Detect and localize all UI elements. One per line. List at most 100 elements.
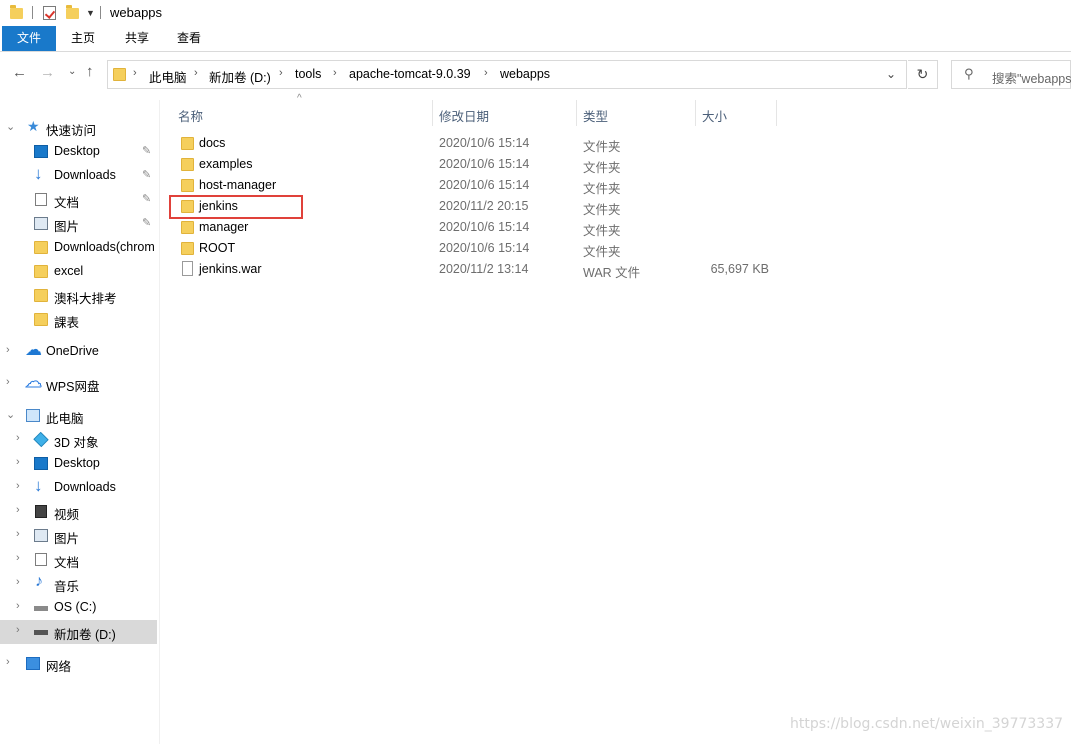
annotation-highlight-box: [169, 195, 303, 219]
chevron-down-icon[interactable]: ⌄: [6, 120, 15, 133]
nav-label: 视频: [54, 508, 80, 522]
nav-item-schedule-folder[interactable]: 課表: [0, 308, 157, 332]
breadcrumb-tomcat[interactable]: apache-tomcat-9.0.39: [349, 67, 471, 81]
file-row[interactable]: docs 2020/10/6 15:14 文件夹: [170, 133, 780, 154]
nav-item-videos[interactable]: › 视频: [0, 500, 157, 524]
drive-icon: [34, 630, 48, 635]
network-icon: [26, 657, 40, 670]
chevron-right-icon[interactable]: ›: [6, 344, 10, 356]
nav-label: WPS网盘: [46, 380, 100, 394]
chevron-right-icon[interactable]: ›: [6, 656, 10, 668]
download-icon: [34, 476, 48, 496]
chevron-down-icon[interactable]: ⌄: [886, 67, 896, 81]
folder-icon: [34, 313, 48, 326]
nav-quick-access[interactable]: ⌄ 快速访问: [0, 116, 157, 140]
column-header-size[interactable]: 大小: [696, 100, 777, 126]
nav-this-pc[interactable]: ⌄ 此电脑: [0, 404, 157, 428]
folder-icon: [181, 137, 194, 150]
new-folder-icon[interactable]: [66, 5, 79, 19]
refresh-button[interactable]: ↻: [908, 60, 938, 89]
search-icon: ⚲: [964, 66, 974, 81]
navigation-pane[interactable]: ⌄ 快速访问 Desktop ✎ Downloads ✎ 文档 ✎ 图片 ✎ D…: [0, 100, 160, 744]
nav-item-drive-c[interactable]: › OS (C:): [0, 596, 157, 620]
column-header-name[interactable]: 名称: [172, 100, 433, 126]
tab-home[interactable]: 主页: [58, 26, 108, 51]
onedrive-cloud-icon: [25, 340, 42, 360]
column-header-modified[interactable]: 修改日期: [433, 100, 577, 126]
chevron-right-icon[interactable]: ›: [16, 432, 20, 444]
back-arrow-icon[interactable]: ←: [12, 64, 27, 81]
nav-item-music[interactable]: › 音乐: [0, 572, 157, 596]
chevron-right-icon[interactable]: ›: [16, 480, 20, 492]
nav-item-pc-desktop[interactable]: › Desktop: [0, 452, 157, 476]
chevron-right-icon[interactable]: ›: [279, 67, 283, 79]
nav-item-pc-documents[interactable]: › 文档: [0, 548, 157, 572]
chevron-right-icon[interactable]: ›: [16, 624, 20, 636]
chevron-down-icon[interactable]: ⌄: [6, 408, 15, 421]
breadcrumb-webapps[interactable]: webapps: [500, 67, 550, 81]
file-row[interactable]: jenkins.war 2020/11/2 13:14 WAR 文件 65,69…: [170, 259, 780, 280]
up-arrow-icon[interactable]: ↑: [86, 63, 94, 80]
nav-item-downloads[interactable]: Downloads ✎: [0, 164, 157, 188]
folder-icon: [181, 158, 194, 171]
pin-icon: ✎: [142, 193, 152, 205]
chevron-right-icon[interactable]: ›: [6, 376, 10, 388]
file-type: WAR 文件: [583, 266, 641, 280]
nav-label: Downloads: [54, 480, 116, 494]
nav-onedrive[interactable]: › OneDrive: [0, 340, 157, 364]
file-modified: 2020/11/2 20:15: [439, 199, 529, 213]
nav-label: 图片: [54, 220, 80, 234]
nav-item-downloads-chrome[interactable]: Downloads(chrom: [0, 236, 157, 260]
file-row[interactable]: examples 2020/10/6 15:14 文件夹: [170, 154, 780, 175]
forward-arrow-icon[interactable]: →: [40, 64, 55, 81]
nav-item-3d-objects[interactable]: › 3D 对象: [0, 428, 157, 452]
file-row[interactable]: manager 2020/10/6 15:14 文件夹: [170, 217, 780, 238]
breadcrumb-this-pc[interactable]: 此电脑: [149, 67, 187, 86]
nav-item-drive-d[interactable]: › 新加卷 (D:): [0, 620, 157, 644]
chevron-right-icon[interactable]: ›: [16, 456, 20, 468]
file-row[interactable]: ROOT 2020/10/6 15:14 文件夹: [170, 238, 780, 259]
address-bar[interactable]: › 此电脑 › 新加卷 (D:) › tools › apache-tomcat…: [107, 60, 907, 89]
folder-icon: [34, 265, 48, 278]
properties-icon[interactable]: [43, 6, 56, 20]
nav-wps-drive[interactable]: › WPS网盘: [0, 372, 157, 396]
chevron-right-icon[interactable]: ›: [16, 576, 20, 588]
file-type: 文件夹: [583, 140, 621, 154]
nav-label: Desktop: [54, 144, 100, 158]
tab-file[interactable]: 文件: [2, 26, 56, 51]
nav-item-pc-pictures[interactable]: › 图片: [0, 524, 157, 548]
chevron-right-icon[interactable]: ›: [333, 67, 337, 79]
file-type: 文件夹: [583, 182, 621, 196]
computer-icon: [26, 409, 40, 422]
nav-label: 文档: [54, 556, 80, 570]
customize-toolbar-icon[interactable]: ▼: [86, 8, 95, 18]
nav-item-excel[interactable]: excel: [0, 260, 157, 284]
file-modified: 2020/10/6 15:14: [439, 178, 530, 192]
chevron-right-icon[interactable]: ›: [133, 67, 137, 79]
wps-cloud-icon: [25, 372, 42, 392]
chevron-right-icon[interactable]: ›: [194, 67, 198, 79]
file-type: 文件夹: [583, 245, 621, 259]
recent-locations-icon[interactable]: ⌄: [68, 66, 76, 77]
breadcrumb-drive-d[interactable]: 新加卷 (D:): [209, 67, 271, 86]
nav-item-documents[interactable]: 文档 ✎: [0, 188, 157, 212]
chevron-right-icon[interactable]: ›: [16, 600, 20, 612]
search-input[interactable]: ⚲ 搜索"webapps": [951, 60, 1071, 89]
nav-label: OneDrive: [46, 344, 99, 358]
nav-item-pictures[interactable]: 图片 ✎: [0, 212, 157, 236]
chevron-right-icon[interactable]: ›: [484, 67, 488, 79]
nav-item-pc-downloads[interactable]: › Downloads: [0, 476, 157, 500]
refresh-icon: ↻: [916, 66, 929, 82]
column-header-type[interactable]: 类型: [577, 100, 696, 126]
tab-view[interactable]: 查看: [164, 26, 214, 51]
chevron-right-icon[interactable]: ›: [16, 528, 20, 540]
file-row[interactable]: host-manager 2020/10/6 15:14 文件夹: [170, 175, 780, 196]
nav-item-exam-folder[interactable]: 澳科大排考: [0, 284, 157, 308]
nav-network[interactable]: › 网络: [0, 652, 157, 676]
chevron-right-icon[interactable]: ›: [16, 504, 20, 516]
3d-objects-icon: [33, 431, 49, 448]
nav-item-desktop[interactable]: Desktop ✎: [0, 140, 157, 164]
breadcrumb-tools[interactable]: tools: [295, 67, 321, 81]
chevron-right-icon[interactable]: ›: [16, 552, 20, 564]
tab-share[interactable]: 共享: [112, 26, 162, 51]
